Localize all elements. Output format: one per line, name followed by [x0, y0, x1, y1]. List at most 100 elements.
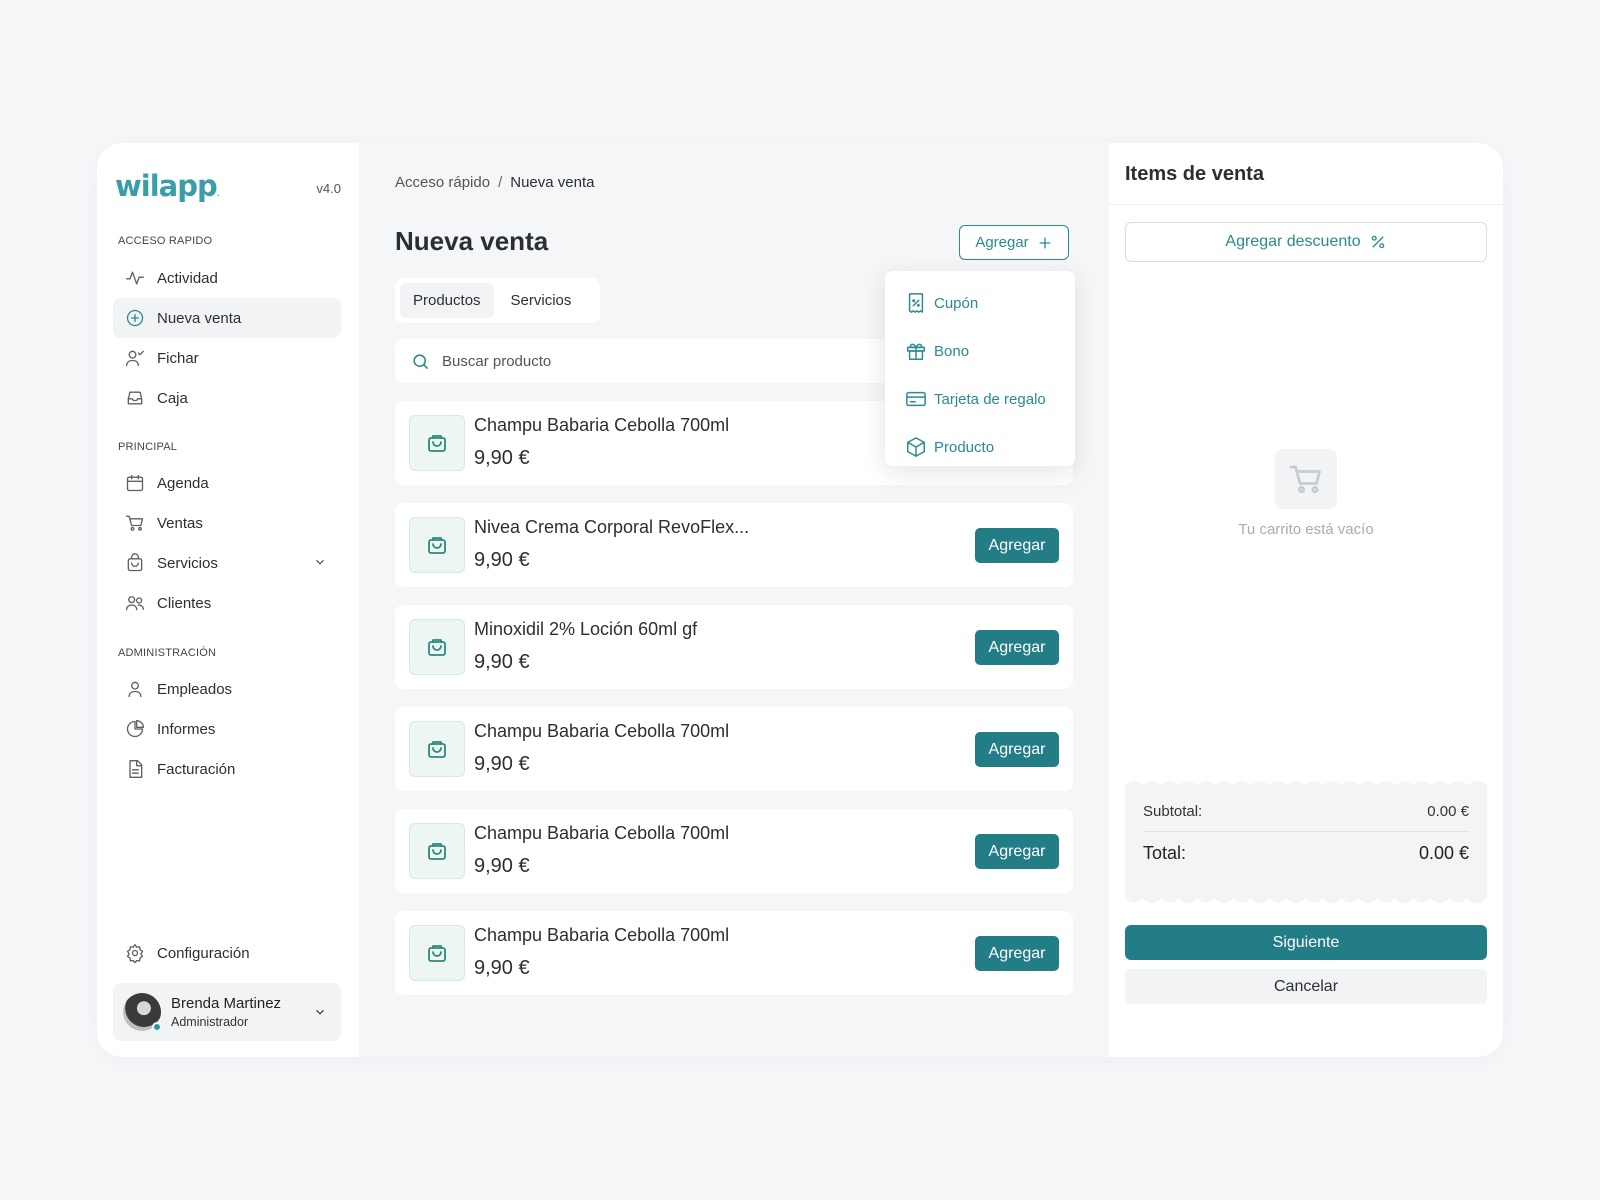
search-icon: [413, 353, 429, 369]
shopping-bag-icon: [409, 721, 465, 777]
subtotal-label: Subtotal:: [1143, 803, 1203, 820]
add-product-button[interactable]: Agregar: [975, 834, 1059, 869]
subtotal-value: 0.00 €: [1427, 803, 1469, 820]
breadcrumb-parent[interactable]: Acceso rápido: [395, 174, 490, 191]
product-price: 9,90 €: [474, 651, 530, 673]
shopping-bag-icon: [409, 619, 465, 675]
avatar: [123, 993, 162, 1032]
product-price: 9,90 €: [474, 753, 530, 775]
product-price: 9,90 €: [474, 957, 530, 979]
main-content: Acceso rápido / Nueva venta Nueva venta Ag…: [359, 143, 1109, 1057]
percent-icon: [1371, 235, 1384, 249]
bag-icon: [125, 553, 145, 573]
add-product-button[interactable]: Agregar: [975, 732, 1059, 767]
sidebar-item-label: Caja: [157, 389, 188, 407]
plus-circle-icon: [125, 308, 145, 328]
section-label-principal: PRINCIPAL: [118, 441, 178, 453]
subtotal-row: Subtotal: 0.00 €: [1143, 803, 1469, 820]
page-title: Nueva venta: [395, 226, 549, 256]
product-row: Champu Babaria Cebolla 700ml 9,90 € Agre…: [395, 911, 1073, 995]
sidebar-item-facturacion[interactable]: Facturación: [113, 749, 341, 789]
sidebar-item-informes[interactable]: Informes: [113, 709, 341, 749]
menu-item-label: Bono: [934, 342, 970, 360]
sidebar: wilapp. v4.0 ACCESO RAPIDO Actividad Nue…: [97, 143, 359, 1057]
cancel-button[interactable]: Cancelar: [1125, 969, 1487, 1004]
chevron-down-icon[interactable]: [313, 555, 327, 569]
inbox-icon: [125, 388, 145, 408]
plus-icon: [1039, 237, 1051, 248]
sidebar-item-clientes[interactable]: Clientes: [113, 583, 341, 623]
activity-icon: [125, 268, 145, 288]
sidebar-item-configuracion[interactable]: Configuración: [113, 933, 341, 973]
calendar-icon: [125, 473, 145, 493]
sidebar-item-label: Agenda: [157, 474, 209, 492]
total-row: Total: 0.00 €: [1143, 843, 1469, 864]
version-label: v4.0: [316, 181, 341, 196]
empty-cart-icon: [1275, 449, 1337, 509]
sidebar-item-label: Actividad: [157, 269, 218, 287]
credit-card-icon: [906, 391, 926, 407]
sidebar-item-actividad[interactable]: Actividad: [113, 258, 341, 298]
user-name: Brenda Martinez: [171, 995, 282, 1012]
section-label-quick: ACCESO RAPIDO: [118, 235, 213, 247]
product-name: Champu Babaria Cebolla 700ml: [474, 823, 730, 843]
menu-item-tarjeta-regalo[interactable]: Tarjeta de regalo: [885, 375, 1075, 423]
sidebar-item-fichar[interactable]: Fichar: [113, 338, 341, 378]
chevron-down-icon[interactable]: [313, 1005, 327, 1024]
sidebar-item-label: Empleados: [157, 680, 233, 698]
menu-item-producto[interactable]: Producto: [885, 423, 1075, 471]
tab-servicios[interactable]: Servicios: [498, 283, 585, 318]
sidebar-item-nueva-venta[interactable]: Nueva venta: [113, 298, 341, 338]
box-icon: [907, 437, 925, 457]
file-icon: [125, 759, 145, 779]
add-product-button[interactable]: Agregar: [975, 528, 1059, 563]
total-value: 0.00 €: [1418, 843, 1469, 863]
user-card[interactable]: Brenda Martinez Administrador: [113, 983, 341, 1041]
sidebar-item-agenda[interactable]: Agenda: [113, 463, 341, 503]
logo[interactable]: wilapp: [115, 169, 218, 203]
sidebar-item-label: Nueva venta: [157, 309, 242, 327]
cart-title: Items de venta: [1125, 163, 1264, 185]
sidebar-item-label: Fichar: [157, 349, 199, 367]
add-product-button[interactable]: Agregar: [975, 936, 1059, 971]
menu-item-cupon[interactable]: Cupón: [885, 279, 1075, 327]
product-row: Nivea Crema Corporal RevoFlex... 9,90 € …: [395, 503, 1073, 587]
add-product-button[interactable]: Agregar: [975, 630, 1059, 665]
shopping-bag-icon: [409, 517, 465, 573]
shopping-bag-icon: [409, 823, 465, 879]
shopping-bag-icon: [409, 415, 465, 471]
product-row: Champu Babaria Cebolla 700ml 9,90 € Agre…: [395, 809, 1073, 893]
sidebar-item-label: Configuración: [157, 944, 250, 962]
sidebar-item-empleados[interactable]: Empleados: [113, 669, 341, 709]
agregar-menu-button[interactable]: Agregar: [959, 225, 1069, 260]
add-discount-button[interactable]: Agregar descuento: [1125, 222, 1487, 262]
agregar-dropdown-menu: Cupón Bono Tarjeta de regalo Producto: [885, 271, 1075, 466]
add-discount-label: Agregar descuento: [1225, 233, 1361, 250]
tab-productos[interactable]: Productos: [400, 283, 494, 318]
product-name: Champu Babaria Cebolla 700ml: [474, 925, 730, 945]
divider: [1109, 204, 1503, 205]
agregar-menu-label: Agregar: [975, 234, 1029, 251]
receipt-edge-bottom: [1125, 898, 1487, 903]
online-status-dot: [152, 1022, 162, 1032]
sidebar-item-caja[interactable]: Caja: [113, 378, 341, 418]
sidebar-item-label: Informes: [157, 720, 216, 738]
sidebar-item-servicios[interactable]: Servicios: [113, 543, 341, 583]
menu-item-bono[interactable]: Bono: [885, 327, 1075, 375]
product-price: 9,90 €: [474, 855, 530, 877]
menu-item-label: Tarjeta de regalo: [934, 390, 1046, 408]
section-label-admin: ADMINISTRACIÓN: [118, 647, 217, 659]
next-button[interactable]: Siguiente: [1125, 925, 1487, 960]
user-icon: [125, 679, 145, 699]
menu-item-label: Producto: [934, 438, 995, 456]
product-row: Minoxidil 2% Loción 60ml gf 9,90 € Agreg…: [395, 605, 1073, 689]
sidebar-item-label: Clientes: [157, 594, 212, 612]
cart-panel: Items de venta Agregar descuento Tu carr…: [1109, 143, 1503, 1057]
search-input[interactable]: [442, 352, 842, 370]
empty-cart-text: Tu carrito está vacío: [1238, 521, 1374, 538]
logo-row: wilapp. v4.0: [115, 169, 341, 209]
sidebar-item-ventas[interactable]: Ventas: [113, 503, 341, 543]
product-name: Champu Babaria Cebolla 700ml: [474, 415, 730, 435]
sidebar-item-label: Facturación: [157, 760, 236, 778]
total-label: Total:: [1143, 843, 1187, 863]
